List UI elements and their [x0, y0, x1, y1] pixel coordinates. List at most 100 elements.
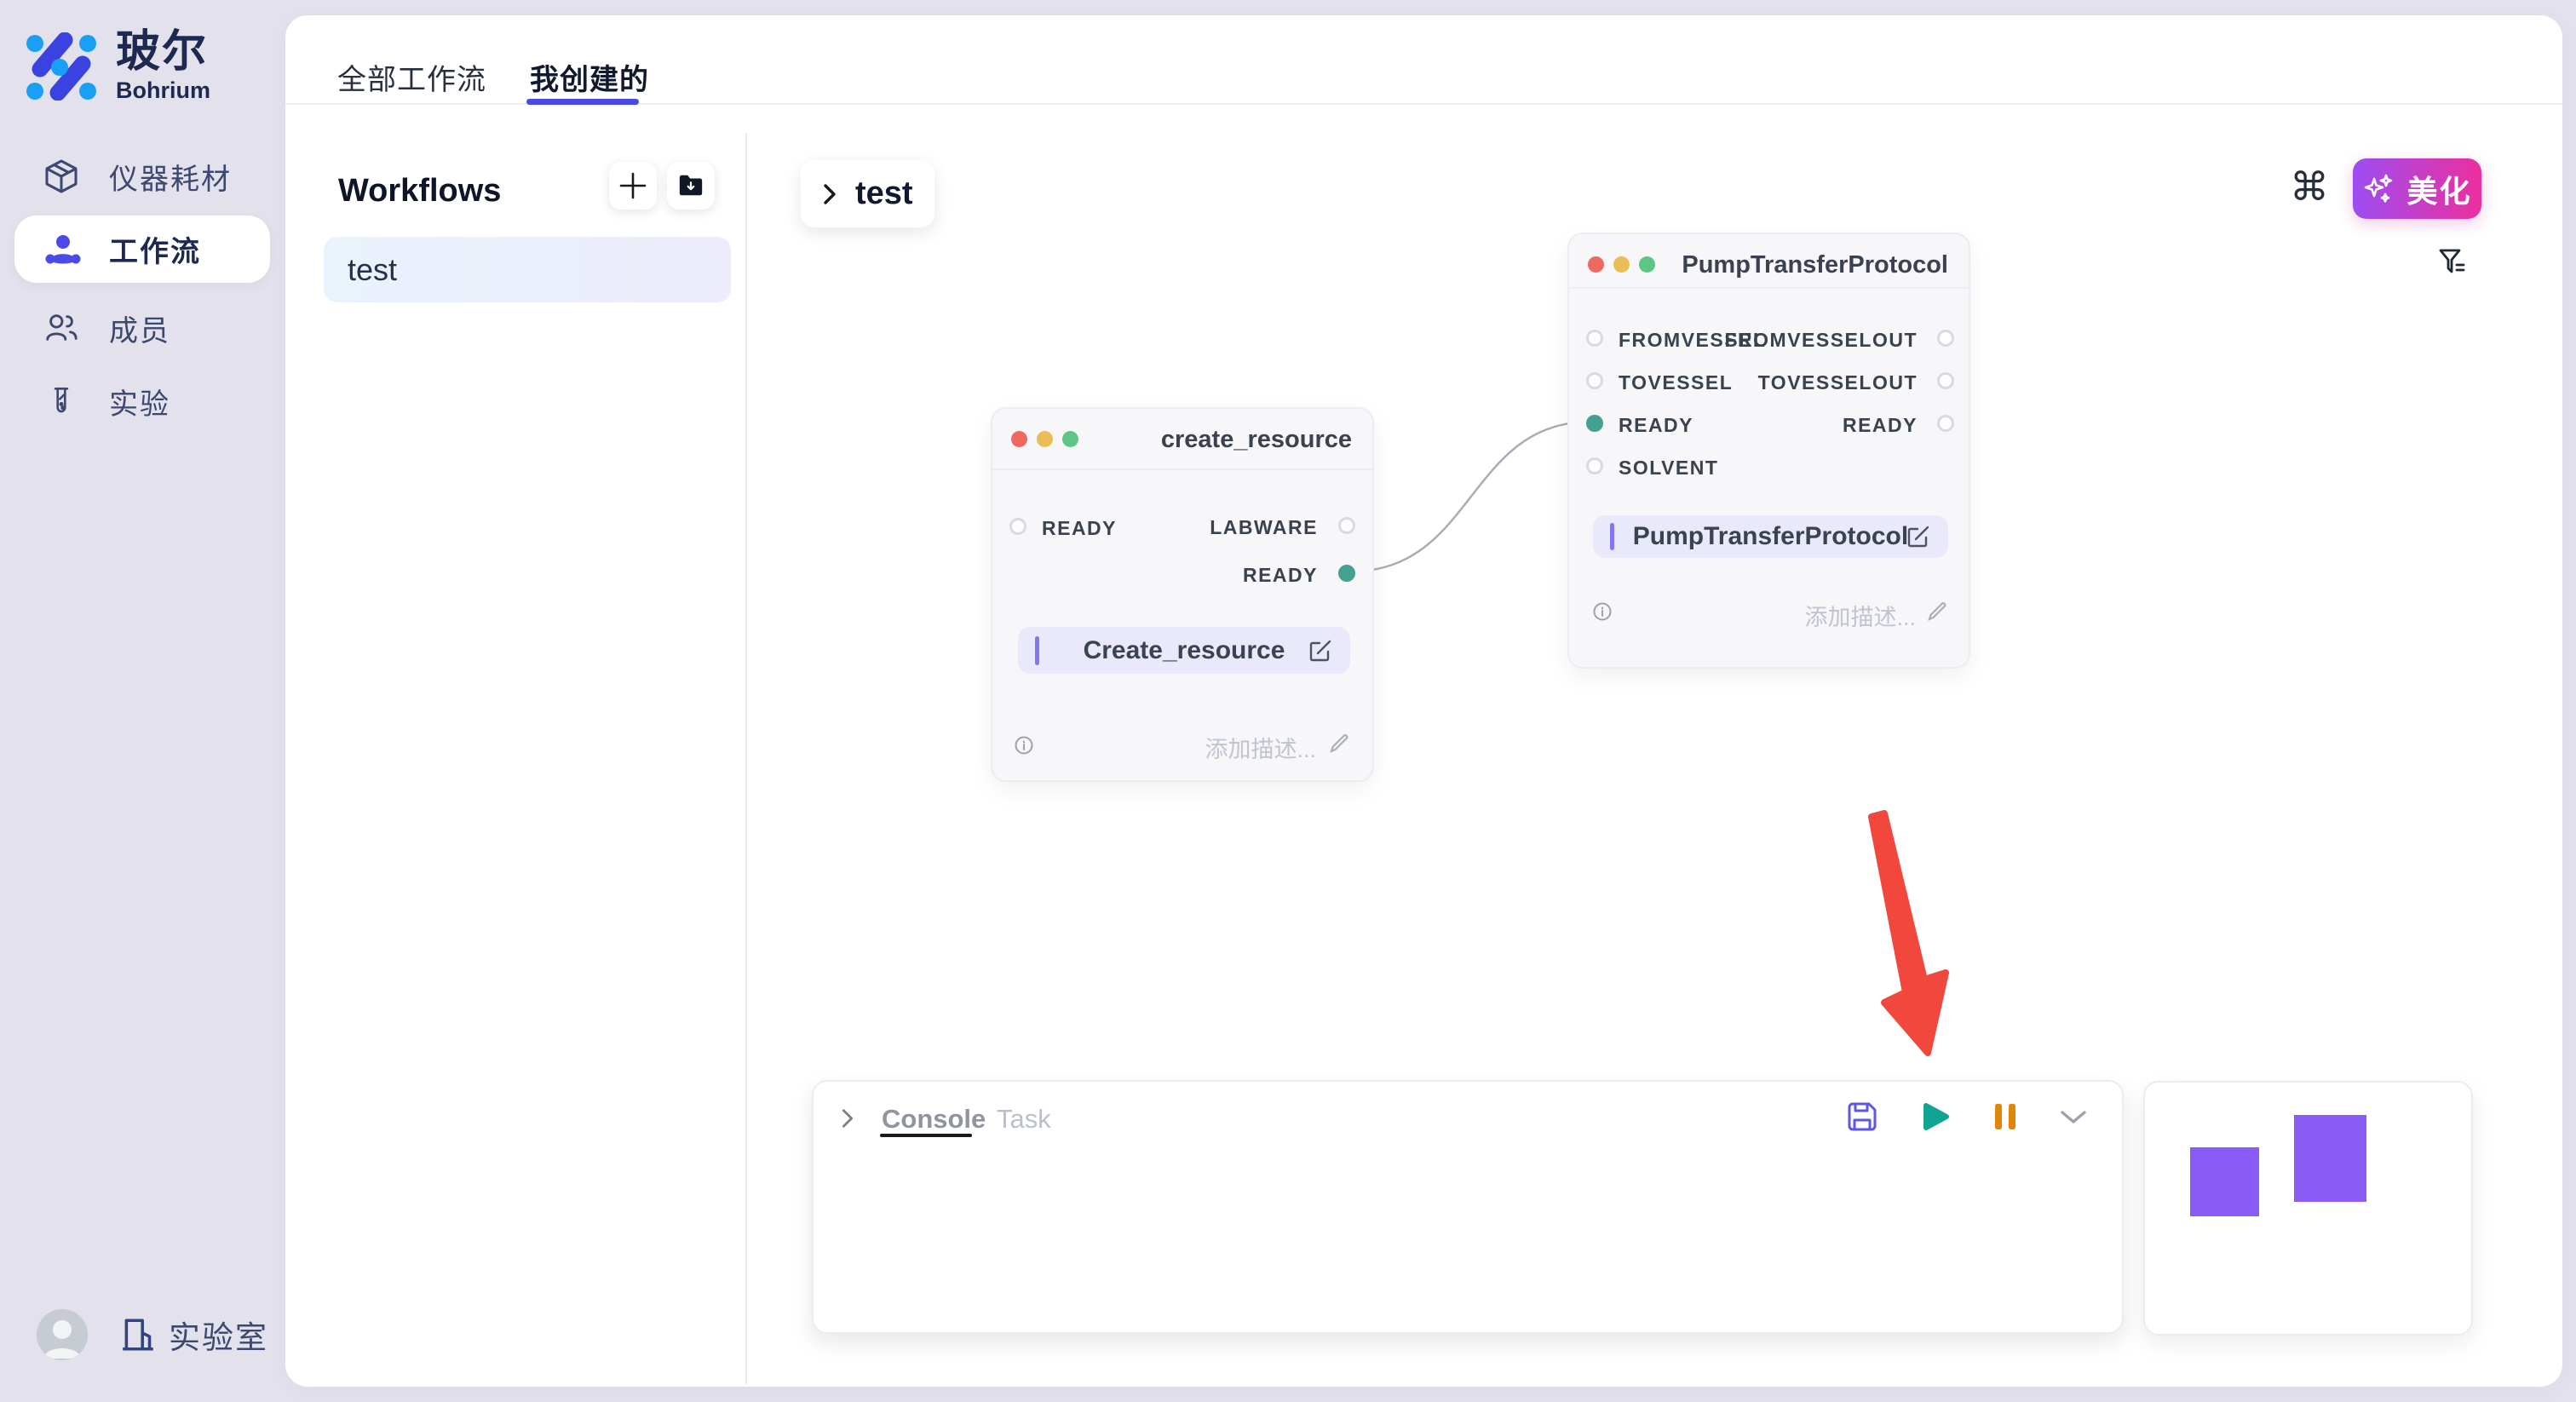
lab-switcher[interactable]: 实验室 — [119, 1312, 268, 1358]
beautify-label: 美化 — [2406, 167, 2471, 211]
pencil-icon[interactable] — [1926, 600, 1948, 623]
members-icon — [43, 309, 80, 347]
test-tube-icon — [43, 382, 80, 420]
pause-button[interactable] — [1992, 1102, 2018, 1135]
sidebar-item-label: 仪器耗材 — [109, 156, 232, 198]
lab-label: 实验室 — [169, 1312, 268, 1358]
pill-label: PumpTransferProtocol — [1633, 522, 1908, 551]
sidebar-item-members[interactable]: 成员 — [0, 303, 285, 353]
red-dot-icon — [1588, 256, 1604, 273]
minimap-node — [2190, 1147, 2259, 1216]
red-dot-icon — [1011, 431, 1027, 447]
output-port-fromvesselout[interactable] — [1937, 330, 1954, 347]
breadcrumb[interactable]: test — [801, 160, 934, 227]
edit-icon[interactable] — [1308, 638, 1333, 664]
sidebar-item-workflow[interactable]: 工作流 — [14, 215, 270, 283]
node-traffic-lights — [1011, 431, 1078, 447]
chevron-right-icon — [821, 182, 838, 206]
minimap[interactable] — [2143, 1081, 2473, 1336]
node-action-pill[interactable]: PumpTransferProtocol — [1593, 515, 1948, 558]
output-port-tovesselout[interactable] — [1937, 372, 1954, 389]
node-traffic-lights — [1588, 256, 1655, 273]
port-label: READY — [1042, 517, 1117, 540]
sidebar-item-experiments[interactable]: 实验 — [0, 376, 285, 426]
chevron-down-icon — [2059, 1108, 2088, 1125]
minimap-node — [2294, 1115, 2366, 1202]
sidebar-item-label: 成员 — [109, 307, 170, 349]
app-logo: 玻尔 Bohrium — [26, 29, 210, 104]
node-pump-transfer-protocol[interactable]: PumpTransferProtocol FROMVESSEL TOVESSEL… — [1567, 233, 1970, 669]
tab-my-created[interactable]: 我创建的 — [530, 56, 649, 98]
info-icon[interactable] — [1015, 736, 1033, 755]
logo-subtitle: Bohrium — [116, 78, 210, 104]
tab-all-workflows[interactable]: 全部工作流 — [337, 56, 486, 98]
pause-icon — [1992, 1102, 2018, 1131]
console-panel: Console Task — [812, 1080, 2124, 1334]
save-button[interactable] — [1846, 1100, 1878, 1137]
logo-title: 玻尔 — [116, 29, 210, 76]
port-label: LABWARE — [1210, 516, 1318, 539]
workflow-users-icon — [44, 231, 82, 268]
pill-label: Create_resource — [1084, 636, 1285, 665]
node-create-resource[interactable]: create_resource READY LABWARE READY Crea… — [991, 407, 1374, 782]
node-header-divider — [992, 468, 1372, 470]
port-label: TOVESSELOUT — [1758, 371, 1918, 394]
port-label: SOLVENT — [1619, 457, 1718, 480]
port-label: TOVESSEL — [1619, 371, 1733, 394]
port-label: READY — [1843, 414, 1918, 437]
command-palette-icon[interactable]: ⌘ — [2290, 167, 2329, 206]
workflow-editor-page: 玻尔 Bohrium 仪器耗材 工作流 — [0, 0, 2576, 1402]
workflow-list-item-test[interactable]: test — [324, 237, 731, 302]
input-port-tovessel[interactable] — [1586, 372, 1603, 389]
yellow-dot-icon — [1037, 431, 1053, 447]
node-header-divider — [1569, 287, 1969, 289]
port-label: FROMVESSELOUT — [1724, 329, 1918, 352]
edit-icon[interactable] — [1906, 524, 1931, 549]
output-port-ready[interactable] — [1338, 565, 1355, 582]
pencil-icon[interactable] — [1328, 733, 1350, 755]
sparkles-icon — [2362, 172, 2396, 206]
info-icon[interactable] — [1593, 602, 1612, 621]
building-icon — [119, 1315, 158, 1354]
input-port-ready[interactable] — [1009, 518, 1026, 535]
logo-text: 玻尔 Bohrium — [116, 29, 210, 104]
filter-icon[interactable] — [2437, 246, 2468, 277]
import-folder-button[interactable] — [667, 162, 715, 210]
node-description-placeholder[interactable]: 添加描述... — [1205, 731, 1316, 764]
node-title: create_resource — [1161, 426, 1352, 454]
tab-console[interactable]: Console — [882, 1104, 986, 1135]
sidebar-item-label: 实验 — [109, 381, 170, 422]
pill-accent-bar — [1035, 636, 1039, 665]
input-port-solvent[interactable] — [1586, 457, 1603, 474]
green-dot-icon — [1639, 256, 1655, 273]
console-active-underline — [880, 1134, 972, 1137]
input-port-ready[interactable] — [1586, 415, 1603, 432]
yellow-dot-icon — [1613, 256, 1630, 273]
play-icon — [1919, 1100, 1952, 1133]
output-port-labware[interactable] — [1338, 517, 1355, 534]
add-workflow-button[interactable] — [609, 162, 657, 210]
plus-icon — [618, 171, 647, 200]
beautify-button[interactable]: 美化 — [2353, 158, 2481, 219]
input-port-fromvessel[interactable] — [1586, 330, 1603, 347]
breadcrumb-label: test — [855, 175, 913, 212]
collapse-chevron-icon[interactable] — [839, 1107, 856, 1129]
port-label: READY — [1243, 564, 1318, 587]
pill-accent-bar — [1610, 523, 1614, 550]
workflow-item-label: test — [348, 252, 397, 288]
folder-download-icon — [677, 172, 704, 199]
collapse-panel-button[interactable] — [2059, 1108, 2088, 1129]
package-icon — [43, 158, 80, 195]
user-avatar[interactable] — [37, 1309, 88, 1360]
node-title: PumpTransferProtocol — [1682, 251, 1948, 279]
run-button[interactable] — [1919, 1100, 1952, 1137]
tab-task[interactable]: Task — [997, 1104, 1051, 1135]
bohrium-logo-icon — [26, 32, 97, 101]
output-port-ready[interactable] — [1937, 415, 1954, 432]
port-label: READY — [1619, 414, 1693, 437]
node-description-placeholder[interactable]: 添加描述... — [1804, 599, 1916, 632]
node-action-pill[interactable]: Create_resource — [1018, 627, 1350, 674]
sidebar-item-instruments[interactable]: 仪器耗材 — [0, 152, 285, 201]
sidebar-item-label: 工作流 — [109, 228, 201, 270]
active-tab-underline — [526, 99, 639, 105]
